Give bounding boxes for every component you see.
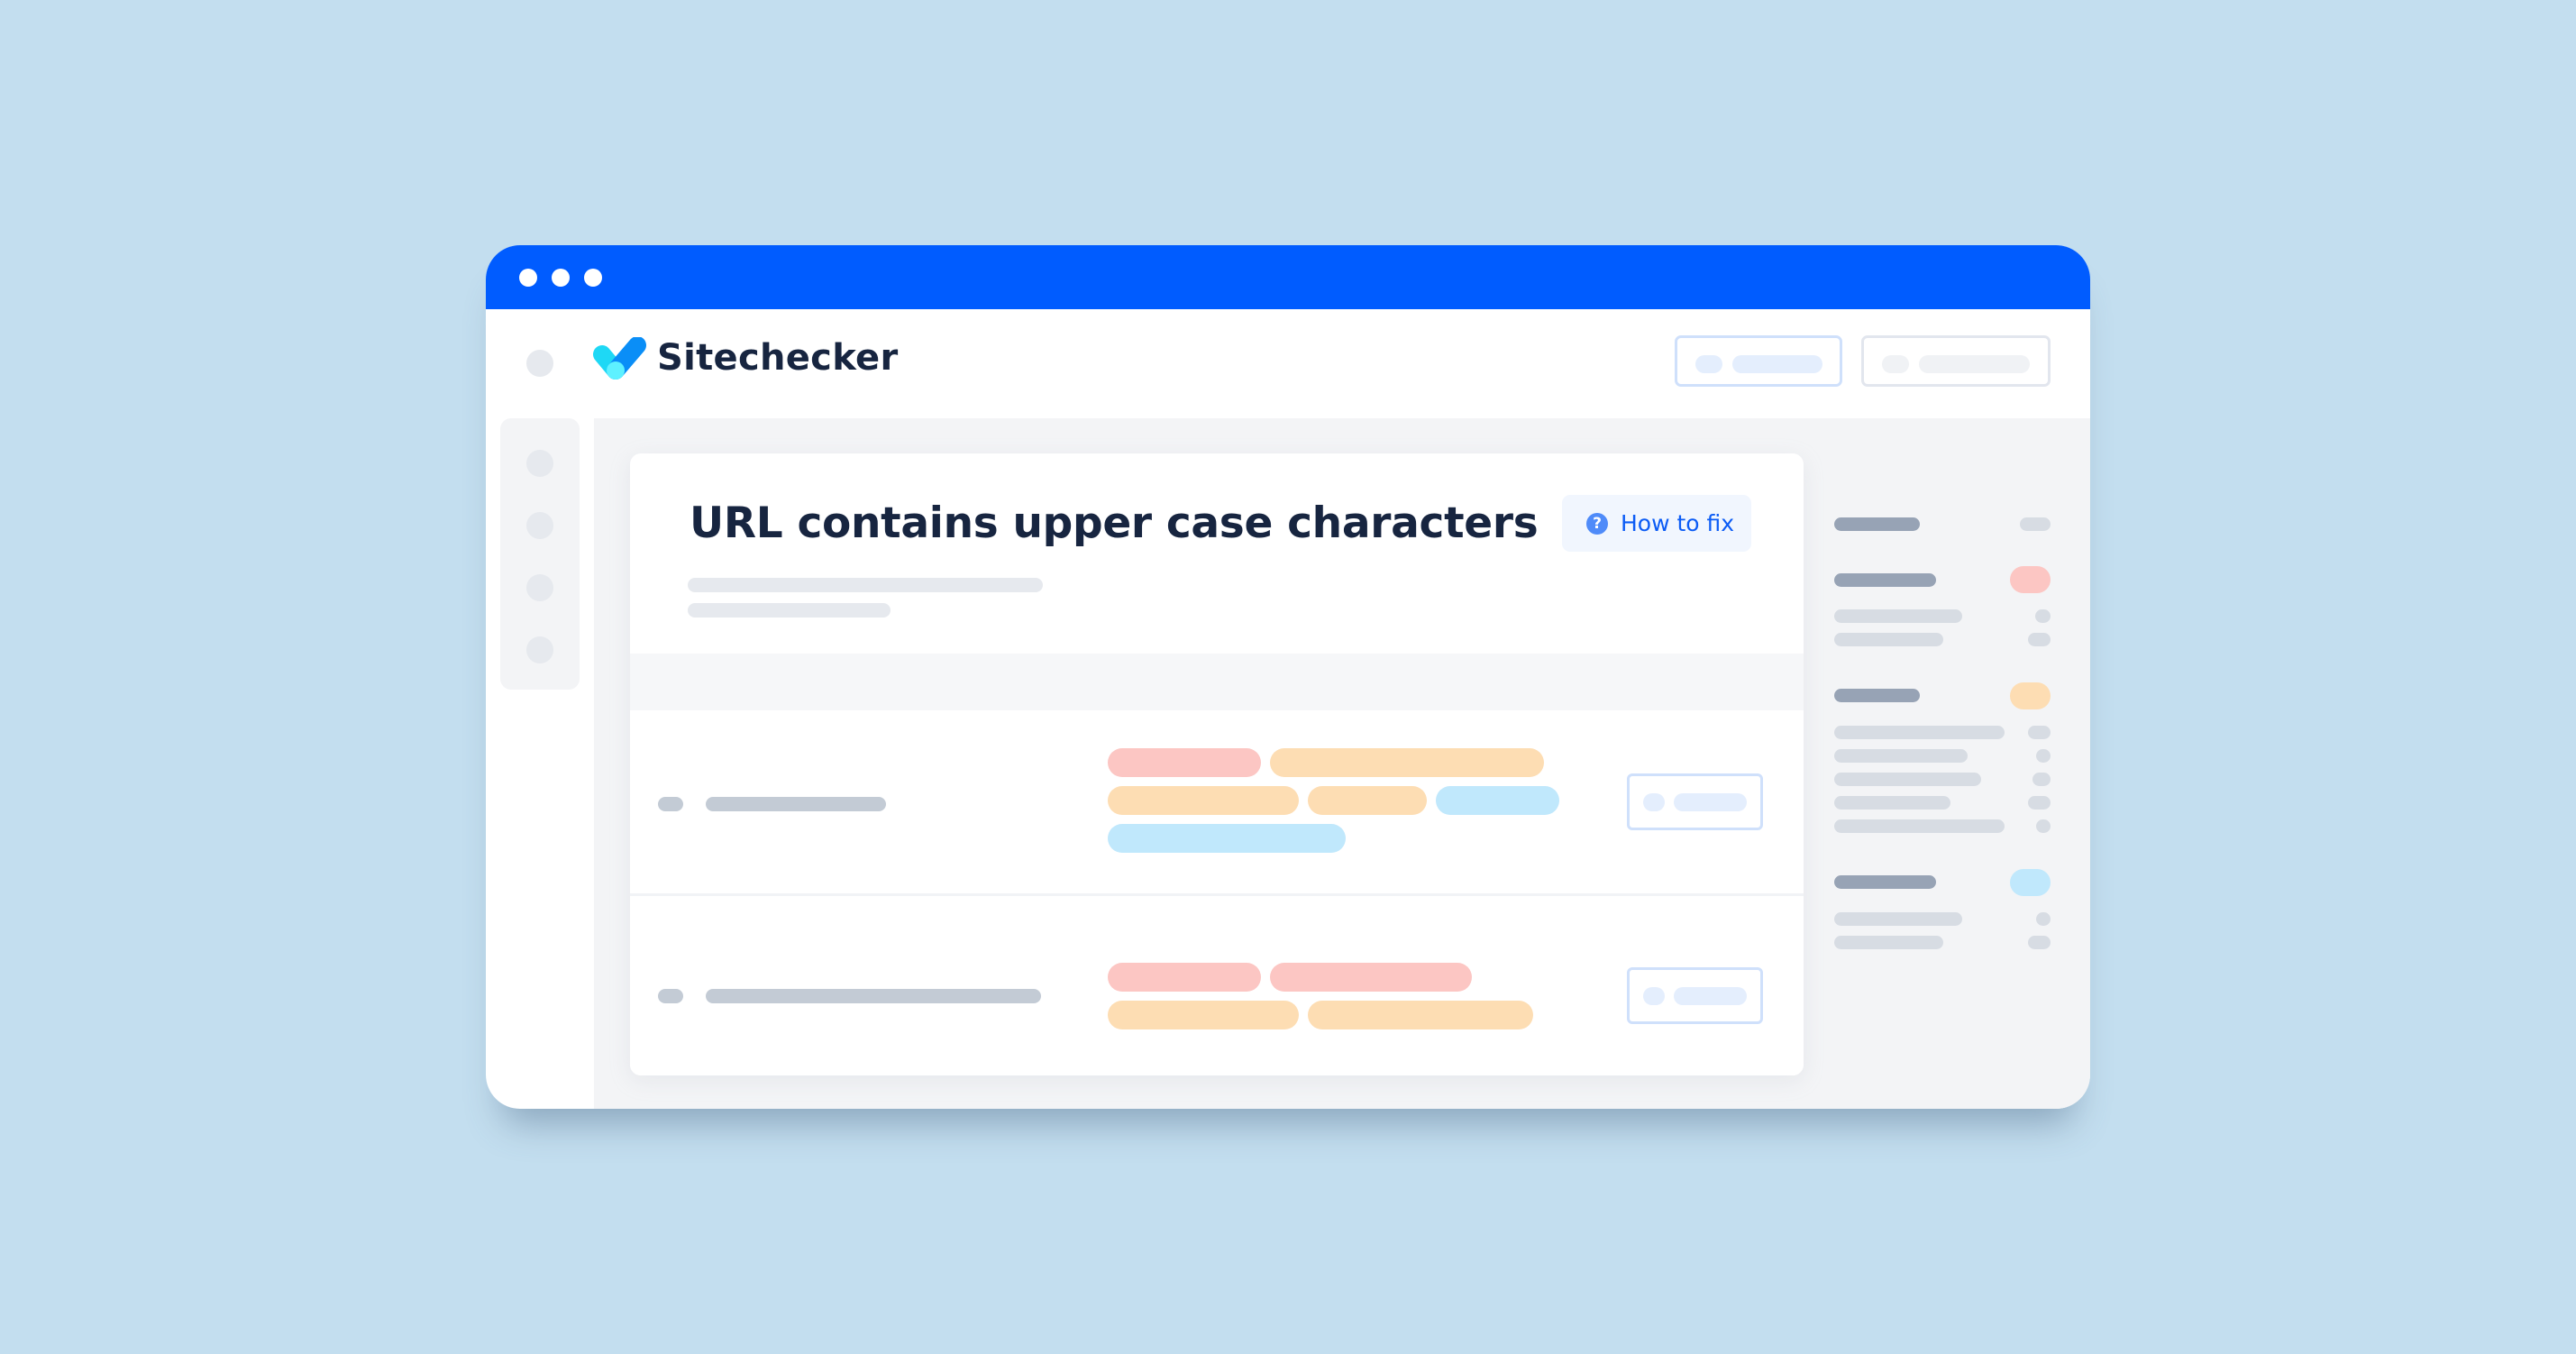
panel-badge-orange (2010, 682, 2051, 709)
header-button-secondary[interactable] (1861, 335, 2051, 387)
panel-line[interactable] (1834, 773, 1981, 786)
brand-name: Sitechecker (657, 337, 899, 379)
panel-line[interactable] (1834, 796, 1950, 810)
panel-count (2028, 726, 2051, 739)
window-control-dot-2[interactable] (552, 269, 570, 287)
browser-window: Sitechecker URL contains upper case char… (486, 245, 2090, 1109)
sitechecker-logo-icon (593, 337, 646, 380)
panel-count (2028, 936, 2051, 949)
sidebar-item-2[interactable] (526, 512, 553, 539)
panel-line[interactable] (1834, 912, 1962, 926)
main-content: URL contains upper case characters ? How… (594, 418, 2090, 1109)
header-avatar-placeholder[interactable] (526, 350, 553, 377)
panel-badge-blue (2010, 869, 2051, 896)
panel-heading (1834, 875, 1936, 889)
panel-count (2020, 517, 2051, 531)
panel-count (2028, 796, 2051, 810)
sidebar-item-4[interactable] (526, 636, 553, 663)
button-label-placeholder (1732, 355, 1822, 373)
panel-count (2036, 819, 2051, 833)
panel-count (2036, 912, 2051, 926)
panel-count (2035, 609, 2051, 623)
panel-line[interactable] (1834, 936, 1943, 949)
panel-line[interactable] (1834, 726, 2005, 739)
panel-line[interactable] (1834, 749, 1968, 763)
panel-count (2032, 773, 2051, 786)
window-titlebar (486, 245, 2090, 309)
panel-count (2036, 749, 2051, 763)
sidebar (500, 418, 580, 690)
sidebar-item-1[interactable] (526, 450, 553, 477)
panel-line[interactable] (1834, 609, 1962, 623)
button-icon-placeholder (1695, 355, 1722, 373)
right-panel (594, 418, 2090, 1109)
sidebar-item-3[interactable] (526, 574, 553, 601)
window-control-dot-1[interactable] (519, 269, 537, 287)
button-label-placeholder (1919, 355, 2030, 373)
panel-heading (1834, 517, 1920, 531)
button-icon-placeholder (1882, 355, 1909, 373)
header-button-primary[interactable] (1675, 335, 1842, 387)
panel-heading (1834, 573, 1936, 587)
panel-line[interactable] (1834, 633, 1943, 646)
panel-line[interactable] (1834, 819, 2005, 833)
panel-badge-pink (2010, 566, 2051, 593)
panel-count (2028, 633, 2051, 646)
window-control-dot-3[interactable] (584, 269, 602, 287)
panel-heading (1834, 689, 1920, 702)
